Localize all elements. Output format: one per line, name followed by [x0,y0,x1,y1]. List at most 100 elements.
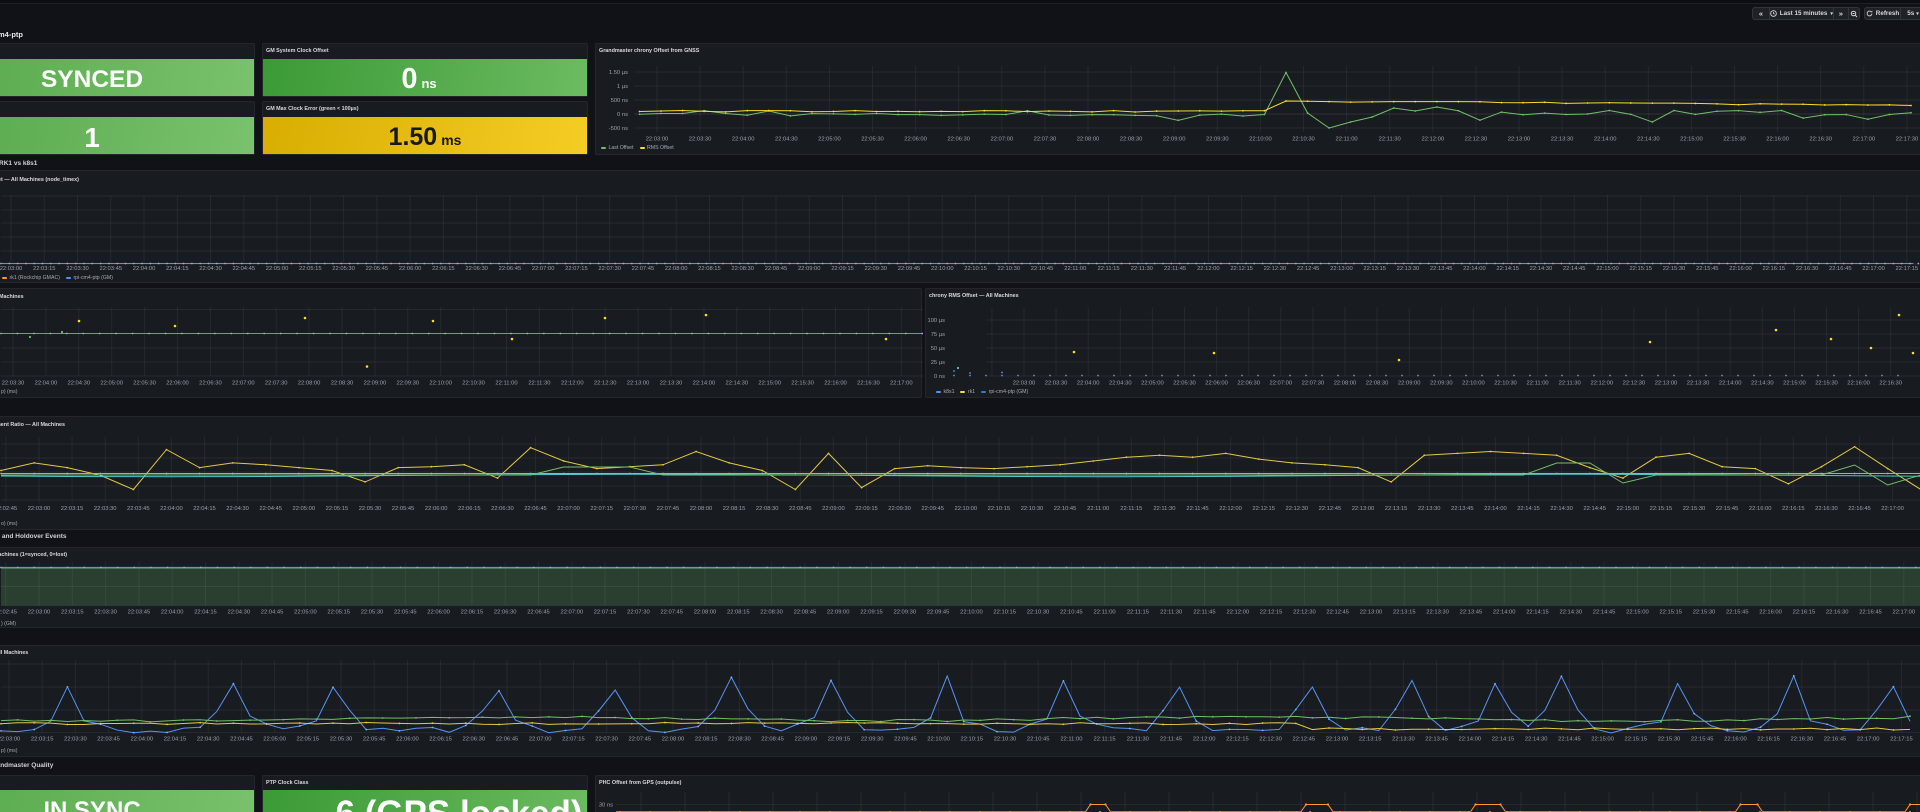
svg-text:22:12:00: 22:12:00 [561,381,584,387]
svg-text:22:15:00: 22:15:00 [1783,381,1806,387]
svg-text:22:14:45: 22:14:45 [1563,266,1586,272]
svg-text:22:03:00: 22:03:00 [0,737,20,743]
svg-text:22:09:15: 22:09:15 [855,506,878,512]
svg-text:22:07:00: 22:07:00 [532,266,555,272]
svg-text:22:07:00: 22:07:00 [561,610,584,616]
svg-text:22:14:15: 22:14:15 [1492,737,1515,743]
svg-text:22:11:30: 22:11:30 [1160,610,1182,616]
svg-text:22:15:30: 22:15:30 [1683,506,1706,512]
svg-text:22:08:15: 22:08:15 [698,266,721,272]
svg-text:22:14:00: 22:14:00 [1463,266,1486,272]
svg-text:22:12:15: 22:12:15 [1260,610,1283,616]
svg-text:22:11:15: 22:11:15 [1120,506,1142,512]
svg-text:22:16:30: 22:16:30 [1791,737,1814,743]
svg-text:22:12:00: 22:12:00 [1591,381,1614,387]
svg-text:22:12:30: 22:12:30 [1286,506,1309,512]
svg-text:22:15:15: 22:15:15 [1629,266,1652,272]
svg-text:22:07:30: 22:07:30 [624,506,647,512]
svg-text:22:04:45: 22:04:45 [261,610,284,616]
svg-text:22:15:00: 22:15:00 [1626,610,1649,616]
svg-text:22:03:45: 22:03:45 [99,266,122,272]
svg-text:22:11:15: 22:11:15 [1094,737,1116,743]
svg-text:22:14:00: 22:14:00 [1719,381,1742,387]
svg-text:22:13:00: 22:13:00 [1508,137,1531,143]
svg-text:22:16:15: 22:16:15 [1757,737,1780,743]
svg-text:22:14:45: 22:14:45 [1583,506,1606,512]
svg-text:22:15:00: 22:15:00 [1680,137,1703,143]
svg-text:22:03:45: 22:03:45 [97,737,120,743]
svg-text:22:06:00: 22:06:00 [904,137,927,143]
svg-text:22:13:00: 22:13:00 [1655,381,1678,387]
svg-text:22:13:45: 22:13:45 [1451,506,1474,512]
svg-text:22:07:00: 22:07:00 [991,137,1014,143]
svg-text:22:04:15: 22:04:15 [166,266,189,272]
svg-text:22:04:00: 22:04:00 [1077,381,1100,387]
svg-text:22:08:45: 22:08:45 [794,610,817,616]
svg-text:22:05:30: 22:05:30 [361,610,384,616]
svg-text:22:07:30: 22:07:30 [1302,381,1325,387]
svg-text:22:03:30: 22:03:30 [689,137,712,143]
svg-text:22:16:00: 22:16:00 [1749,506,1772,512]
svg-text:22:04:00: 22:04:00 [35,381,58,387]
svg-text:22:14:30: 22:14:30 [1560,610,1583,616]
svg-text:22:17:00: 22:17:00 [1853,137,1876,143]
svg-text:22:10:00: 22:10:00 [960,610,983,616]
svg-text:22:08:15: 22:08:15 [727,610,750,616]
svg-text:22:06:00: 22:06:00 [396,737,419,743]
svg-text:22:03:00: 22:03:00 [28,506,51,512]
svg-text:22:17:00: 22:17:00 [1893,610,1916,616]
svg-text:22:11:00: 22:11:00 [1064,266,1086,272]
svg-text:22:16:00: 22:16:00 [1847,381,1870,387]
svg-text:22:09:30: 22:09:30 [888,506,911,512]
svg-text:22:13:30: 22:13:30 [1551,137,1574,143]
svg-text:22:06:30: 22:06:30 [491,506,514,512]
svg-text:22:08:30: 22:08:30 [728,737,751,743]
svg-text:22:08:00: 22:08:00 [690,506,713,512]
svg-text:22:08:30: 22:08:30 [756,506,779,512]
svg-text:22:09:00: 22:09:00 [364,381,387,387]
svg-text:22:04:15: 22:04:15 [194,610,217,616]
svg-text:500 ns: 500 ns [611,98,629,104]
svg-text:22:11:45: 22:11:45 [1160,737,1182,743]
svg-text:22:16:00: 22:16:00 [1724,737,1747,743]
svg-text:22:16:45: 22:16:45 [1824,737,1847,743]
svg-text:22:04:00: 22:04:00 [161,610,184,616]
svg-text:22:12:45: 22:12:45 [1293,737,1316,743]
svg-text:22:10:30: 22:10:30 [1292,137,1315,143]
svg-text:22:10:30: 22:10:30 [1021,506,1044,512]
svg-text:22:10:30: 22:10:30 [994,737,1017,743]
svg-text:22:06:00: 22:06:00 [399,266,422,272]
svg-text:22:05:45: 22:05:45 [366,266,389,272]
svg-text:22:12:15: 22:12:15 [1252,506,1275,512]
svg-text:22:04:30: 22:04:30 [197,737,220,743]
svg-text:22:04:30: 22:04:30 [228,610,251,616]
svg-text:22:07:00: 22:07:00 [232,381,255,387]
svg-text:22:09:45: 22:09:45 [898,266,921,272]
svg-text:22:13:15: 22:13:15 [1393,610,1416,616]
svg-text:22:06:45: 22:06:45 [499,266,522,272]
svg-text:22:14:15: 22:14:15 [1526,610,1549,616]
svg-text:22:16:15: 22:16:15 [1793,610,1816,616]
svg-text:22:08:00: 22:08:00 [1077,137,1100,143]
svg-text:22:06:30: 22:06:30 [199,381,222,387]
svg-text:22:13:30: 22:13:30 [1397,266,1420,272]
svg-text:22:04:00: 22:04:00 [732,137,755,143]
svg-text:22:13:15: 22:13:15 [1359,737,1382,743]
svg-text:22:13:00: 22:13:00 [627,381,650,387]
svg-text:22:05:45: 22:05:45 [363,737,386,743]
svg-text:22:11:45: 22:11:45 [1193,610,1215,616]
svg-text:22:09:45: 22:09:45 [921,506,944,512]
svg-text:22:07:00: 22:07:00 [529,737,552,743]
svg-text:22:04:15: 22:04:15 [193,506,216,512]
svg-text:22:10:30: 22:10:30 [1027,610,1050,616]
svg-text:-500 ns: -500 ns [609,126,628,132]
svg-text:22:07:30: 22:07:30 [595,737,618,743]
svg-text:22:12:15: 22:12:15 [1230,266,1253,272]
svg-text:22:08:45: 22:08:45 [765,266,788,272]
svg-text:22:12:30: 22:12:30 [1293,610,1316,616]
svg-text:22:15:45: 22:15:45 [1726,610,1749,616]
svg-text:22:14:00: 22:14:00 [1484,506,1507,512]
svg-text:22:14:30: 22:14:30 [1751,381,1774,387]
svg-text:22:03:15: 22:03:15 [61,610,84,616]
svg-text:22:05:30: 22:05:30 [133,381,156,387]
